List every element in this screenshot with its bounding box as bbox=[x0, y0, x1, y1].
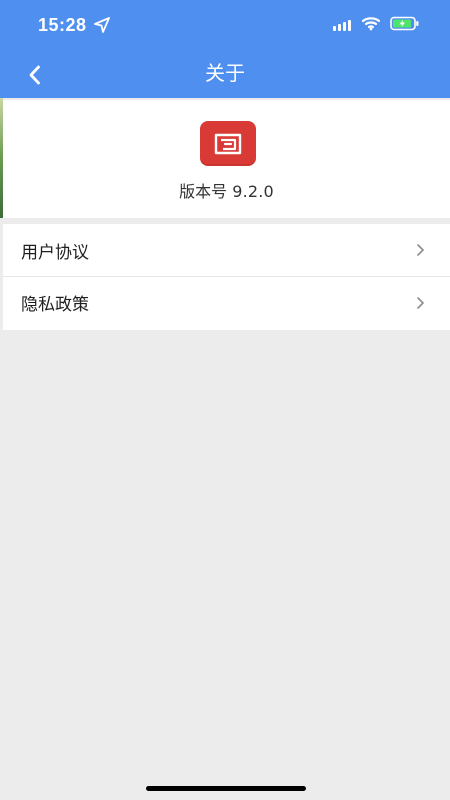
chevron-right-icon bbox=[417, 296, 424, 309]
user-agreement-label: 用户协议 bbox=[21, 242, 89, 263]
version-line: 版本号 9.2.0 bbox=[3, 178, 450, 202]
chevron-right-icon bbox=[417, 244, 424, 256]
cellular-signal-icon bbox=[333, 20, 351, 31]
location-arrow-icon bbox=[94, 17, 110, 33]
home-indicator bbox=[146, 786, 306, 791]
about-card: 版本号 9.2.0 bbox=[3, 100, 450, 218]
list-item-user-agreement[interactable]: 用户协议 bbox=[3, 224, 450, 276]
nav-bar: 关于 bbox=[0, 50, 450, 98]
status-time: 15:28 bbox=[38, 15, 87, 35]
battery-charging-icon bbox=[390, 16, 419, 31]
version-label: 版本号 bbox=[179, 182, 228, 201]
header: 15:28 关于 bbox=[0, 0, 450, 98]
wifi-icon bbox=[361, 17, 381, 31]
status-bar: 15:28 bbox=[0, 0, 450, 50]
settings-list: 用户协议 隐私政策 bbox=[3, 224, 450, 330]
version-value: 9.2.0 bbox=[232, 182, 274, 201]
list-item-privacy-policy[interactable]: 隐私政策 bbox=[3, 276, 450, 328]
app-logo-icon bbox=[200, 121, 256, 166]
privacy-policy-label: 隐私政策 bbox=[21, 295, 89, 315]
page-title: 关于 bbox=[205, 61, 245, 85]
